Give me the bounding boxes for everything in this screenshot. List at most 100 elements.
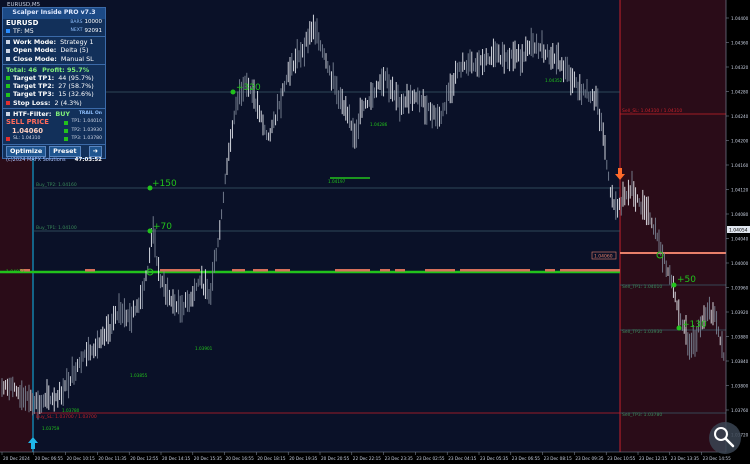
swing-label-2: 1.04286 [370, 122, 388, 127]
entry-dash [85, 269, 95, 272]
copyright-row: (c)2024 MAFX Solutions 47:03:52 [3, 156, 105, 164]
price-tick-label: 1.03760 [731, 408, 749, 413]
work-mode-row: Work Mode: Strategy 1 [3, 38, 105, 46]
price-tick-label: 1.04160 [731, 163, 749, 168]
profit-dot-130 [676, 325, 682, 331]
price-tick-label: 1.04080 [731, 212, 749, 217]
time-tick-label: 23 Dec 08:15 [544, 456, 572, 461]
time-tick-label: 23 Dec 04:15 [448, 456, 476, 461]
buttons-row: Optimize Preset ➜ [3, 146, 105, 157]
tp3-key: Target TP3: [13, 90, 55, 99]
tp2-level: TP2: 1.03930 [71, 127, 102, 133]
tp1-stat-row: Target TP1: 44 (95.7%) [3, 74, 105, 82]
profit-label-130: +130 [682, 320, 707, 330]
time-tick-label: 23 Dec 10:55 [607, 456, 635, 461]
swing-label-7: 1.03759 [42, 426, 60, 431]
zoom-icon[interactable] [709, 422, 741, 454]
label-sl-right: Sell_SL: 1.04310 / 1.04310 [622, 108, 682, 114]
indicator-info-panel: Scalper Inside PRO v7.3 EURUSD BARS 1000… [2, 7, 106, 163]
htf-bullet-icon [6, 111, 10, 116]
left-sell-zone [0, 157, 32, 452]
panel-divider [3, 63, 105, 65]
symbol-name: EURUSD [6, 18, 39, 27]
sell-price-value: 1.04060 [12, 126, 43, 135]
price-tick-label: 1.04360 [731, 41, 749, 46]
clock: 47:03:52 [74, 156, 102, 163]
tp1-key: Target TP1: [13, 74, 55, 83]
label-tp1-right: Sell_TP1: 1.04010 [622, 284, 662, 290]
price-tick-label: 1.04240 [731, 114, 749, 119]
profit-label-70: +70 [153, 222, 172, 232]
sl-line-bullet-icon [6, 137, 10, 142]
next-arrow-icon[interactable]: ➜ [88, 146, 102, 157]
time-tick-label: 20 Dec 20:55 [321, 456, 349, 461]
work-mode-key: Work Mode: [13, 38, 57, 47]
tp3-line-bullet-icon [64, 137, 69, 142]
price-tick-label: 1.04040 [731, 237, 749, 242]
close-mode-value: Manual SL [60, 54, 94, 63]
preset-button[interactable]: Preset [49, 146, 81, 157]
tp3-bullet-icon [6, 92, 10, 97]
copyright: (c)2024 MAFX Solutions [6, 157, 66, 164]
optimize-button[interactable]: Optimize [6, 146, 47, 157]
bars-value: 10000 [84, 19, 103, 26]
open-mode-row: Open Mode: Delta (5) [3, 47, 105, 55]
htf-value: BUY [55, 109, 71, 118]
label-entry-left: 1.04032 [6, 269, 25, 275]
profit-dot-70 [147, 228, 153, 234]
price-tick-label: 1.04200 [731, 139, 749, 144]
current-price-tag: 1.04054 [729, 228, 748, 234]
open-mode-value: Delta (5) [60, 46, 89, 55]
sell-price-label: SELL PRICE [6, 118, 49, 127]
entry-dash [395, 269, 405, 272]
price-tick-label: 1.04000 [731, 261, 749, 266]
close-mode-key: Close Mode: [13, 54, 57, 63]
price-tick-label: 1.03920 [731, 310, 749, 315]
swing-label-4: 1.03901 [195, 346, 213, 351]
sl-stat-row: Stop Loss: 2 (4.3%) [3, 99, 105, 107]
price-tick-label: 1.03960 [731, 286, 749, 291]
time-tick-label: 23 Dec 23:35 [385, 456, 413, 461]
bullet-icon [6, 40, 10, 45]
price-tick-label: 1.03880 [731, 335, 749, 340]
trail-status: TRAIL On [78, 110, 102, 116]
bars-label: BARS [70, 19, 83, 25]
price-tick-label: 1.04280 [731, 90, 749, 95]
time-tick-label: 20 Dec 15:35 [194, 456, 222, 461]
total-count: Total: 46 [6, 65, 38, 74]
htf-key: HTF-Filter: [13, 109, 52, 118]
timeframe: TF: M5 [13, 27, 34, 36]
price-chart[interactable]: EURUSD,M5 Buy_TP2: 1.04160 Buy_TP1: 1.04… [0, 0, 750, 464]
time-tick-label: 20 Dec 10:15 [67, 456, 95, 461]
label-tp2-right: Sell_TP2: 1.03930 [622, 329, 662, 335]
swing-label-5: 1.03855 [130, 373, 148, 378]
price-tick-label: 1.03840 [731, 359, 749, 364]
price-tick-label: 1.04320 [731, 65, 749, 70]
entry-dash [460, 269, 530, 272]
time-tick-label: 23 Dec 14:55 [703, 456, 731, 461]
panel-divider [3, 36, 105, 38]
work-mode-value: Strategy 1 [60, 38, 94, 47]
label-tp2-left: Buy_TP2: 1.04160 [36, 182, 77, 188]
sl-level-row: SL: 1.04310 TP3: 1.03780 [3, 135, 105, 143]
profit-dot-50 [671, 282, 677, 288]
htf-row: HTF-Filter: BUY TRAIL On [3, 110, 105, 118]
time-tick-label: 20 Dec 19:35 [289, 456, 317, 461]
time-tick-label: 20 Dec 11:35 [98, 456, 126, 461]
tp1-value: 44 (95.7%) [58, 74, 94, 83]
time-tick-label: 23 Dec 12:15 [639, 456, 667, 461]
sl-value: 2 (4.3%) [54, 98, 82, 107]
profit-label-150: +150 [152, 179, 177, 189]
tp2-bullet-icon [6, 84, 10, 89]
price-tick-label: 1.04120 [731, 188, 749, 193]
profit-dot-320 [230, 89, 236, 95]
entry-dash [560, 269, 620, 272]
sell-price-value-row: 1.04060 TP2: 1.03930 [3, 127, 105, 135]
tp2-value: 27 (58.7%) [58, 82, 94, 91]
next-value: 92091 [84, 27, 103, 34]
time-tick-label: 20 Dec 14:15 [162, 456, 190, 461]
entry-dash [275, 269, 290, 272]
tp2-stat-row: Target TP2: 27 (58.7%) [3, 82, 105, 90]
time-tick-label: 22 Dec 22:15 [353, 456, 381, 461]
time-tick-label: 20 Dec 18:15 [257, 456, 285, 461]
